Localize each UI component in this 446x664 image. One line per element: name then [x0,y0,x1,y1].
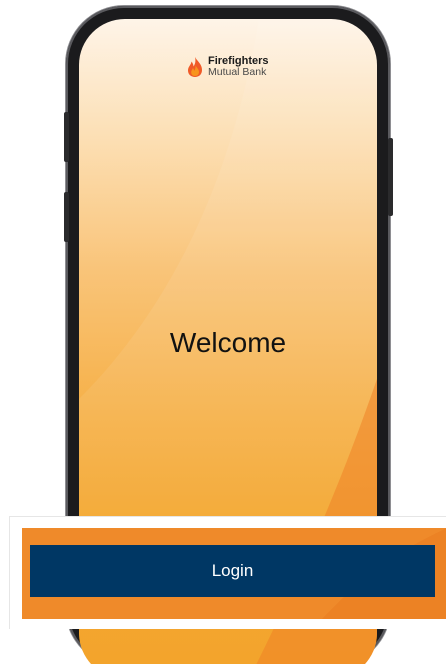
brand-name: Firefighters Mutual Bank [208,56,269,78]
login-strip: Login [22,528,446,619]
brand-logo: Firefighters Mutual Bank [186,56,269,78]
app-stage: Firefighters Mutual Bank Welcome Login [0,0,446,664]
phone-side-button [64,112,69,162]
login-card: Login [9,516,446,629]
login-button[interactable]: Login [30,545,435,597]
welcome-heading: Welcome [169,327,287,358]
brand-name-line2: Mutual Bank [208,66,267,78]
phone-side-button [388,138,393,216]
flame-icon [188,57,202,77]
phone-side-button [64,192,69,242]
